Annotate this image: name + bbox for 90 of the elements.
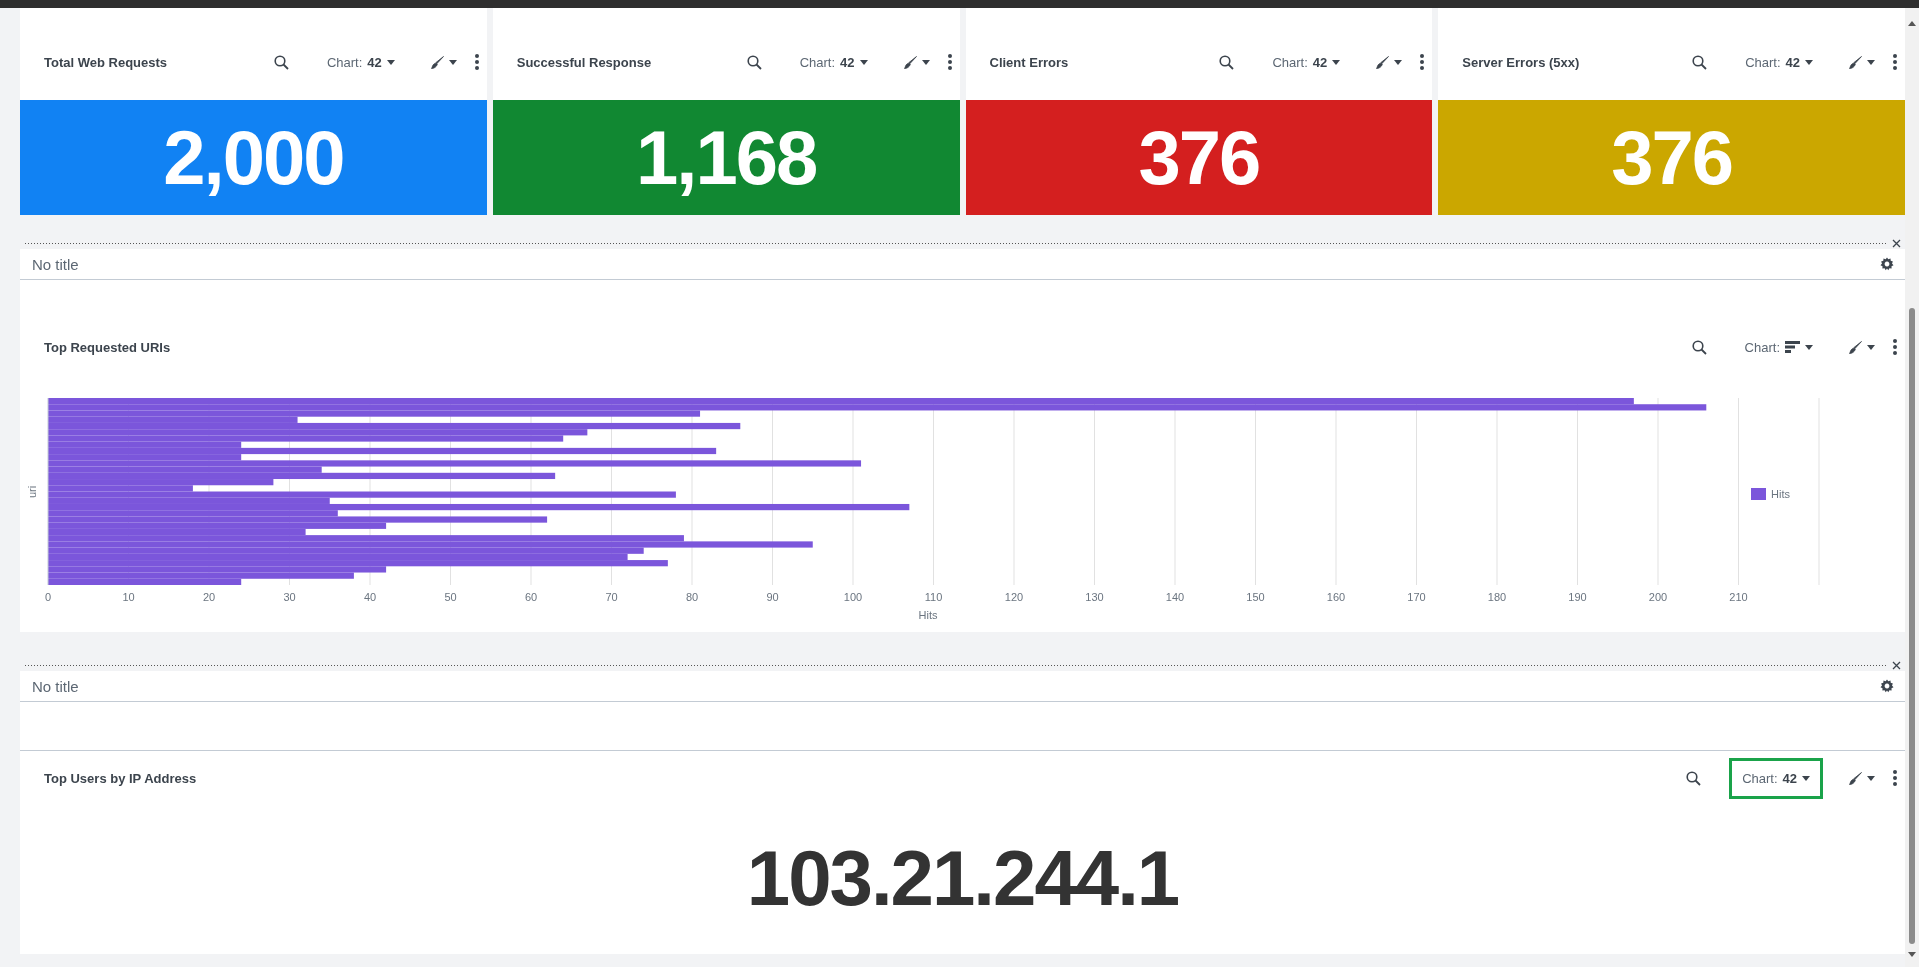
brush-icon <box>903 55 917 69</box>
drag-handle[interactable] <box>24 242 1888 245</box>
bar[interactable] <box>48 503 910 511</box>
caret-icon <box>1867 344 1875 350</box>
search-icon[interactable] <box>746 54 762 70</box>
legend-label: Hits <box>1771 488 1790 500</box>
brush-icon <box>430 55 444 69</box>
brush-icon <box>1849 771 1862 785</box>
axis-tick-label: 80 <box>685 591 699 603</box>
bar[interactable] <box>48 422 741 430</box>
single-value: 376 <box>965 100 1433 215</box>
panel-title: Top Users by IP Address <box>44 770 198 786</box>
axis-tick-label: 40 <box>363 591 377 603</box>
caret-icon <box>921 59 930 65</box>
axis-tick-label: 30 <box>283 591 296 603</box>
panel-title: Successful Response <box>516 54 653 70</box>
axis-tick-label: 90 <box>766 591 779 603</box>
bar[interactable] <box>48 560 668 567</box>
axis-tick-label: 200 <box>1648 591 1668 603</box>
caret-icon <box>1867 775 1875 781</box>
search-icon[interactable] <box>273 54 289 70</box>
axis-tick-label: 140 <box>1165 591 1185 603</box>
axis-tick-label: 0 <box>44 591 52 603</box>
axis-tick-label: 60 <box>524 591 538 603</box>
axis-title: uri <box>26 485 38 499</box>
caret-icon <box>1805 59 1813 65</box>
axis-tick-label: 70 <box>605 591 618 603</box>
axis-tick-label: 10 <box>122 591 135 603</box>
axis-tick-label: 150 <box>1246 591 1265 603</box>
caret-icon <box>1802 775 1810 781</box>
caret-icon <box>859 59 868 65</box>
bar[interactable] <box>48 472 556 480</box>
settings-icon[interactable] <box>1880 257 1894 271</box>
caret-icon <box>1805 344 1813 350</box>
chart-type-button[interactable]: Chart: 42 <box>1262 44 1351 80</box>
chart-type-button[interactable]: Chart: 42 <box>316 44 405 80</box>
caret-icon <box>448 59 457 65</box>
more-icon[interactable] <box>1420 54 1425 70</box>
axis-tick-label: 100 <box>843 591 863 603</box>
more-icon[interactable] <box>474 54 479 70</box>
axis-tick-label: 180 <box>1487 591 1507 603</box>
more-icon[interactable] <box>947 54 952 70</box>
caret-icon <box>1332 59 1341 65</box>
axis-tick-label: 20 <box>202 591 216 603</box>
brush-icon <box>1376 55 1390 69</box>
single-value: 2,000 <box>20 100 487 215</box>
bar[interactable] <box>48 491 676 498</box>
drag-handle[interactable] <box>24 664 1888 667</box>
close-icon[interactable] <box>1892 661 1901 670</box>
chart-type-button[interactable]: Chart: 42 <box>1729 757 1823 799</box>
settings-icon[interactable] <box>1880 679 1894 693</box>
search-icon[interactable] <box>1691 339 1707 355</box>
more-icon[interactable] <box>1893 339 1897 355</box>
brush-icon <box>1849 340 1862 354</box>
axis-tick-label: 50 <box>444 591 457 603</box>
bar[interactable] <box>48 460 862 467</box>
bar-chart-icon <box>1785 341 1800 353</box>
section-title: No title <box>32 677 80 695</box>
section-title: No title <box>32 255 80 273</box>
axis-title: Hits <box>918 609 938 621</box>
axis-tick-label: 160 <box>1326 591 1346 603</box>
search-icon[interactable] <box>1219 54 1235 70</box>
single-value: 376 <box>1438 100 1905 215</box>
chart-type-button[interactable]: Chart: 42 <box>789 44 878 80</box>
panel-title: Server Errors (5xx) <box>1462 54 1581 70</box>
axis-tick-label: 170 <box>1407 591 1426 603</box>
axis-tick-label: 210 <box>1729 591 1748 603</box>
caret-icon <box>386 59 395 65</box>
chart-type-button[interactable]: Chart: 42 <box>1735 44 1823 80</box>
single-value: 103.21.244.1 <box>745 833 1180 924</box>
brush-icon <box>1849 55 1862 69</box>
search-icon[interactable] <box>1692 54 1708 70</box>
axis-tick-label: 120 <box>1004 591 1024 603</box>
caret-icon <box>1394 59 1403 65</box>
axis-tick-label: 190 <box>1568 591 1587 603</box>
caret-icon <box>1867 59 1875 65</box>
panel-title: Total Web Requests <box>44 54 169 70</box>
bar[interactable] <box>48 404 1707 411</box>
bar[interactable] <box>48 479 274 486</box>
close-icon[interactable] <box>1892 239 1901 248</box>
single-value: 1,168 <box>492 100 960 215</box>
bar[interactable] <box>48 447 717 455</box>
more-icon[interactable] <box>1893 770 1897 786</box>
search-icon[interactable] <box>1686 770 1702 786</box>
panel-title: Client Errors <box>989 54 1070 70</box>
axis-tick-label: 130 <box>1085 591 1104 603</box>
axis-tick-label: 110 <box>924 591 943 603</box>
panel-title: Top Requested URIs <box>44 339 172 355</box>
more-icon[interactable] <box>1893 54 1897 70</box>
chart-type-button[interactable]: Chart: <box>1734 329 1823 365</box>
